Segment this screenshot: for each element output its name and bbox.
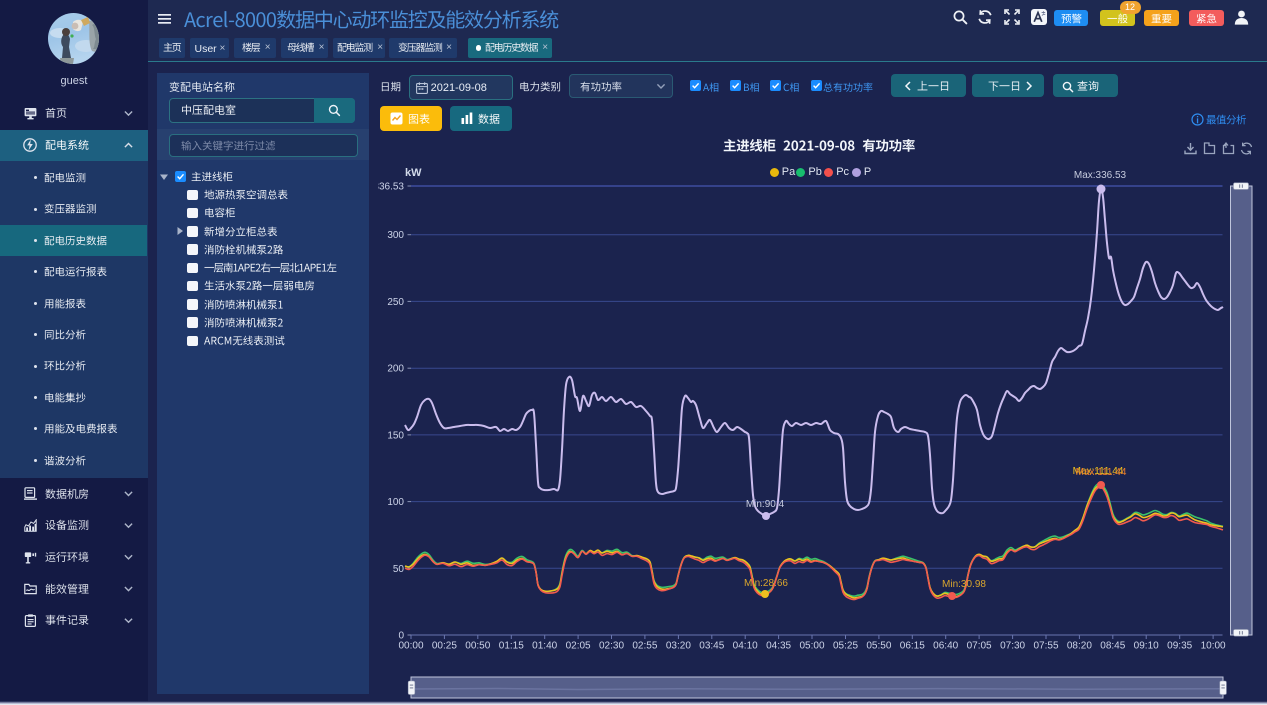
svg-text:02:30: 02:30 <box>599 641 624 652</box>
svg-text:Min:90.4: Min:90.4 <box>746 499 785 510</box>
svg-text:336.53: 336.53 <box>378 182 404 193</box>
svg-text:03:20: 03:20 <box>666 641 691 652</box>
svg-text:00:00: 00:00 <box>398 641 423 652</box>
svg-text:00:50: 00:50 <box>465 641 490 652</box>
svg-text:06:40: 06:40 <box>933 641 958 652</box>
svg-text:07:30: 07:30 <box>1000 641 1025 652</box>
svg-text:Min:30.98: Min:30.98 <box>942 579 986 590</box>
svg-text:08:20: 08:20 <box>1067 641 1092 652</box>
svg-text:Max:336.53: Max:336.53 <box>1074 170 1127 181</box>
svg-text:06:15: 06:15 <box>900 641 925 652</box>
svg-text:09:35: 09:35 <box>1167 641 1192 652</box>
svg-text:150: 150 <box>387 430 404 441</box>
svg-text:01:15: 01:15 <box>499 641 524 652</box>
svg-text:Min:28.66: Min:28.66 <box>744 578 788 589</box>
svg-text:50: 50 <box>393 564 405 575</box>
svg-text:Max:111.44: Max:111.44 <box>1076 467 1127 478</box>
svg-text:05:25: 05:25 <box>833 641 858 652</box>
svg-text:00:25: 00:25 <box>432 641 457 652</box>
svg-text:100: 100 <box>387 497 404 508</box>
svg-text:09:10: 09:10 <box>1134 641 1159 652</box>
svg-text:07:05: 07:05 <box>967 641 992 652</box>
svg-text:05:50: 05:50 <box>866 641 891 652</box>
svg-text:250: 250 <box>387 297 404 308</box>
svg-text:02:05: 02:05 <box>566 641 591 652</box>
svg-text:200: 200 <box>387 364 404 375</box>
svg-text:04:10: 04:10 <box>733 641 758 652</box>
svg-text:02:55: 02:55 <box>632 641 657 652</box>
svg-text:07:55: 07:55 <box>1033 641 1058 652</box>
svg-text:01:40: 01:40 <box>532 641 557 652</box>
svg-text:03:45: 03:45 <box>699 641 724 652</box>
svg-text:10:00: 10:00 <box>1201 641 1226 652</box>
svg-text:04:35: 04:35 <box>766 641 791 652</box>
svg-text:05:00: 05:00 <box>799 641 824 652</box>
svg-text:300: 300 <box>387 230 404 241</box>
svg-text:08:45: 08:45 <box>1100 641 1125 652</box>
